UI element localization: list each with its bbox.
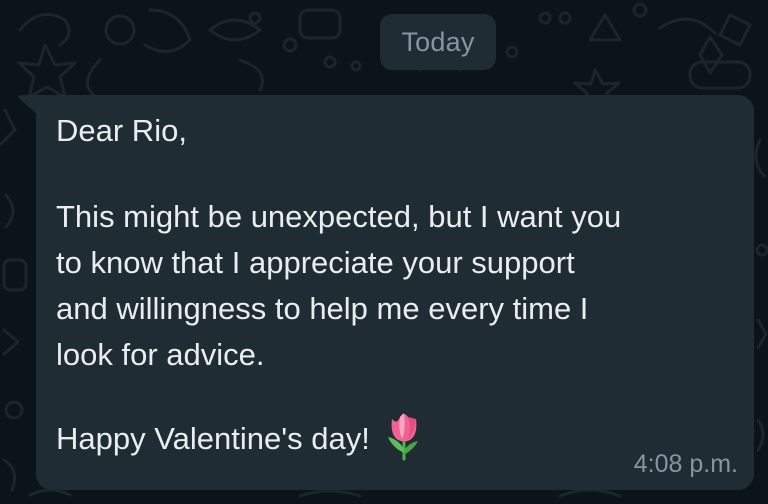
message-closing-row: Happy Valentine's day! [56, 413, 424, 462]
message-timestamp: 4:08 p.m. [633, 450, 738, 478]
message-bubble-tail [18, 95, 38, 115]
date-divider: Today [380, 14, 496, 70]
message-closing: Happy Valentine's day! [56, 421, 370, 456]
message-body-line: This might be unexpected, but I want you [56, 199, 622, 234]
message-greeting: Dear Rio, [56, 113, 187, 148]
date-divider-label: Today [401, 26, 475, 57]
message-body-line: look for advice. [56, 337, 265, 372]
message-body-line: to know that I appreciate your support [56, 245, 575, 280]
tulip-icon [387, 413, 418, 461]
message-body-line: and willingness to help me every time I [56, 291, 589, 326]
message-body: This might be unexpected, but I want you… [56, 194, 621, 378]
